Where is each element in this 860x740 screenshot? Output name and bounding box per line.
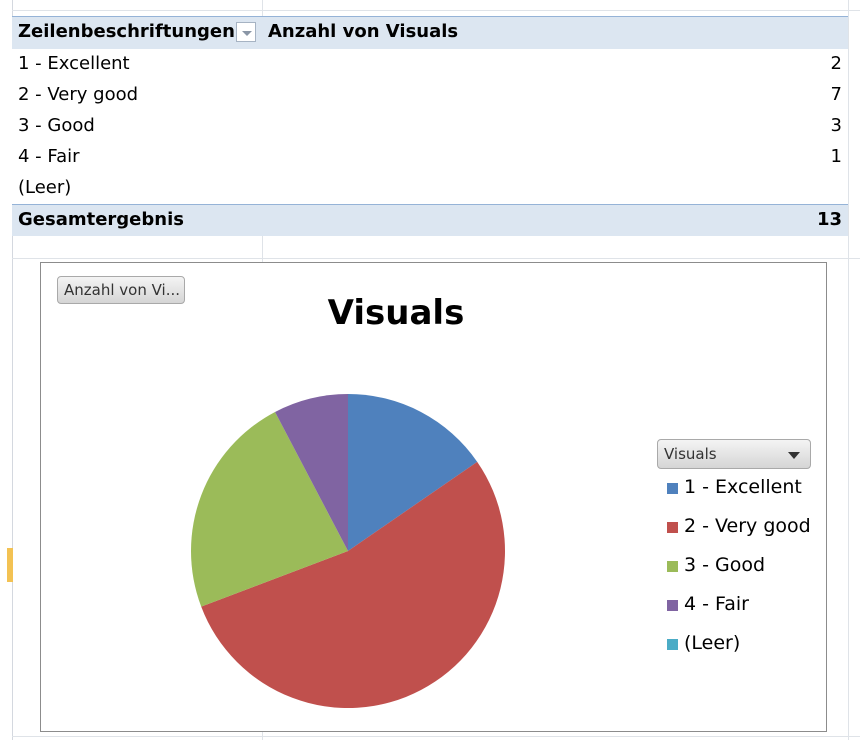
pivot-row[interactable]: 1 - Excellent 2 [12,49,848,80]
pivot-row-value: 7 [830,84,842,105]
legend-field-label: Visuals [664,445,717,463]
row-gridline [12,736,860,737]
legend-label: 4 - Fair [684,593,749,615]
legend-swatch [667,600,678,611]
dropdown-arrow-icon [788,452,800,459]
row-gridline [12,10,860,11]
legend-swatch [667,561,678,572]
pivot-row[interactable]: 4 - Fair 1 [12,142,848,173]
legend-swatch [667,483,678,494]
active-row-marker [7,548,13,582]
legend-label: 1 - Excellent [684,476,802,498]
legend-swatch [667,522,678,533]
value-field-header[interactable]: Anzahl von Visuals [268,21,458,42]
dropdown-arrow-icon [242,31,252,36]
pivot-row-label: 3 - Good [18,115,95,136]
row-filter-dropdown[interactable] [236,22,256,42]
pivot-row-value: 1 [830,146,842,167]
pivot-row-label: 1 - Excellent [18,53,130,74]
legend-label: (Leer) [684,632,741,654]
pivot-row[interactable]: (Leer) [12,173,848,204]
pivot-row-label: 4 - Fair [18,146,80,167]
column-gridline [848,0,849,740]
pivot-row-value: 2 [830,53,842,74]
legend-label: 3 - Good [684,554,766,576]
legend-swatch [667,639,678,650]
pivot-row-value: 3 [830,115,842,136]
pivot-row[interactable]: 2 - Very good 7 [12,80,848,111]
grand-total-label: Gesamtergebnis [18,209,184,230]
pie-chart[interactable]: Anzahl von Vi... Visuals Visuals 1 - Exc… [40,262,827,732]
pivot-header-row: Zeilenbeschriftungen Anzahl von Visuals [12,16,848,50]
legend-field-button[interactable]: Visuals [657,439,811,469]
grand-total-value: 13 [816,209,842,230]
pivot-row-label: 2 - Very good [18,84,139,105]
pivot-grand-total-row[interactable]: Gesamtergebnis 13 [12,204,848,236]
pivot-row[interactable]: 3 - Good 3 [12,111,848,142]
row-labels-header[interactable]: Zeilenbeschriftungen [18,21,235,42]
legend-label: 2 - Very good [684,515,811,537]
row-gridline [12,258,860,259]
pivot-row-label: (Leer) [18,177,72,198]
